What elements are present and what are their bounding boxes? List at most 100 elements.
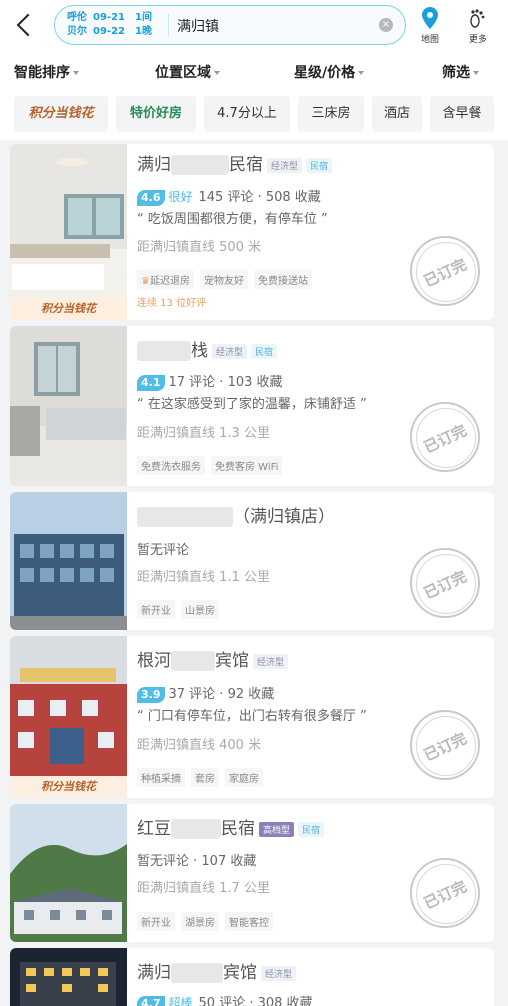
review-stats: 50 评论 · 308 收藏 bbox=[198, 996, 313, 1006]
feature-tag: 种植采摘 bbox=[137, 768, 185, 787]
review-stats: 暂无评论 · 107 收藏 bbox=[137, 854, 257, 869]
sort-star-price[interactable]: 星级/价格 bbox=[294, 62, 365, 82]
hotel-card[interactable]: 积分当钱花 根河 宾馆 经济型 3.9 37 评论 · 92 收藏 “ 门口有停车位，… bbox=[10, 636, 494, 798]
redacted-text bbox=[171, 819, 221, 839]
sort-bar: 智能排序 位置区域 星级/价格 筛选 bbox=[0, 52, 508, 90]
destination-input[interactable]: 满归镇 bbox=[177, 16, 219, 36]
hotel-name-end: （满归镇店） bbox=[233, 507, 335, 527]
hotel-name: 栈经济型 民宿 bbox=[137, 336, 278, 361]
hotel-name-end: 宾馆 bbox=[215, 651, 249, 671]
chip-points[interactable]: 积分当钱花 bbox=[14, 96, 108, 132]
rating-row: 4.7 超棒 50 评论 · 308 收藏 bbox=[137, 992, 313, 1006]
hotel-type-tag: 经济型 bbox=[267, 157, 303, 173]
feature-tag: 新开业 bbox=[137, 912, 175, 931]
filter-chip-bar: 积分当钱花 特价好房 4.7分以上 三床房 酒店 含早餐 bbox=[0, 90, 508, 140]
hotel-type-tag: 高档型 bbox=[259, 821, 295, 837]
sort-smart-label: 智能排序 bbox=[14, 65, 70, 81]
redacted-text bbox=[137, 507, 233, 527]
map-button[interactable]: 地图 bbox=[412, 6, 448, 45]
hotel-card[interactable]: 满归 宾馆 经济型 4.7 超棒 50 评论 · 308 收藏 bbox=[10, 948, 494, 1006]
room-count: 1间 bbox=[135, 12, 152, 23]
hotel-category-tag: 民宿 bbox=[298, 821, 325, 837]
score-badge: 3.9 bbox=[137, 687, 165, 703]
hotel-name-end: 栈 bbox=[191, 341, 208, 361]
review-stats: 17 评论 · 103 收藏 bbox=[168, 375, 283, 390]
more-button[interactable]: 更多 bbox=[460, 6, 496, 45]
hotel-card[interactable]: （满归镇店） 暂无评论 距满归镇直线 1.1 公里 新开业 山景房 已订完 bbox=[10, 492, 494, 630]
feature-tags: ♛延迟退房 宠物友好 免费接送站 bbox=[137, 270, 318, 289]
hotel-type-tag: 经济型 bbox=[261, 965, 297, 981]
hotel-name: 满归 宾馆 经济型 bbox=[137, 958, 297, 983]
city-to: 贝尔 bbox=[67, 26, 87, 37]
sold-out-text: 已订完 bbox=[421, 255, 470, 291]
hotel-photo: 积分当钱花 bbox=[10, 636, 127, 798]
sold-out-stamp: 已订完 bbox=[410, 710, 480, 780]
more-label: 更多 bbox=[468, 35, 487, 45]
hotel-photo: 积分当钱花 bbox=[10, 144, 127, 320]
review-quote: “ 门口有停车位，出门右转有很多餐厅 ” bbox=[137, 709, 367, 724]
hotel-name: 红豆 民宿 高档型 民宿 bbox=[137, 814, 325, 839]
divider bbox=[168, 14, 169, 36]
chip-high-rating[interactable]: 4.7分以上 bbox=[204, 96, 290, 132]
review-quote: “ 在这家感受到了家的温馨，床铺舒适 ” bbox=[137, 397, 367, 412]
hotel-name-start: 根河 bbox=[137, 651, 171, 671]
feature-text: 延迟退房 bbox=[149, 276, 190, 287]
hotel-photo bbox=[10, 492, 127, 630]
score-badge: 4.1 bbox=[137, 375, 165, 391]
hotel-name-end: 民宿 bbox=[221, 819, 255, 839]
score-badge: 4.7 bbox=[137, 996, 165, 1006]
feature-tag: ♛延迟退房 bbox=[137, 270, 194, 289]
sold-out-stamp: 已订完 bbox=[410, 402, 480, 472]
sort-area-label: 位置区域 bbox=[155, 65, 211, 81]
score-label: 超棒 bbox=[168, 996, 193, 1006]
sold-out-text: 已订完 bbox=[421, 877, 470, 913]
redacted-text bbox=[171, 155, 229, 175]
hotel-name-start: 满归 bbox=[137, 155, 171, 175]
checkout-date: 09-22 bbox=[93, 26, 125, 37]
chip-special-price[interactable]: 特价好房 bbox=[116, 96, 196, 132]
hotel-category-tag: 民宿 bbox=[251, 343, 278, 359]
chip-hotel[interactable]: 酒店 bbox=[372, 96, 422, 132]
feature-tags: 免费洗衣服务 免费客房 WiFi bbox=[137, 456, 288, 475]
feature-tags: 新开业 山景房 bbox=[137, 600, 225, 619]
hotel-type-tag: 经济型 bbox=[212, 343, 248, 359]
hotel-name-start: 满归 bbox=[137, 963, 171, 983]
feature-tag: 宠物友好 bbox=[199, 270, 248, 289]
chevron-down-icon bbox=[214, 71, 220, 75]
search-bar[interactable]: 呼伦 09-21 1间 贝尔 09-22 1晚 满归镇 × bbox=[54, 5, 406, 45]
sold-out-text: 已订完 bbox=[421, 729, 470, 765]
feature-tags: 新开业 湖景房 智能客控 bbox=[137, 912, 279, 931]
clear-icon[interactable]: × bbox=[379, 18, 393, 32]
hotel-photo bbox=[10, 804, 127, 942]
sort-area[interactable]: 位置区域 bbox=[155, 62, 220, 82]
hotel-card[interactable]: 积分当钱花 满归 民宿 经济型 民宿 4.6 很好 145 评论 · 508 收藏 “ 吃… bbox=[10, 144, 494, 320]
feature-tag: 免费洗衣服务 bbox=[137, 456, 205, 475]
chip-breakfast[interactable]: 含早餐 bbox=[430, 96, 494, 132]
score-label: 很好 bbox=[168, 190, 193, 204]
hotel-name-end: 民宿 bbox=[229, 155, 263, 175]
chip-three-beds[interactable]: 三床房 bbox=[298, 96, 364, 132]
back-button[interactable] bbox=[12, 10, 40, 40]
hotel-category-tag: 民宿 bbox=[306, 157, 333, 173]
feature-tag: 智能客控 bbox=[225, 912, 273, 931]
city-from: 呼伦 bbox=[67, 12, 87, 23]
review-quote: “ 吃饭周围都很方便，有停车位 ” bbox=[137, 212, 328, 227]
hotel-photo bbox=[10, 326, 127, 486]
points-badge: 积分当钱花 bbox=[10, 776, 127, 798]
sort-filter[interactable]: 筛选 bbox=[442, 62, 479, 82]
hotel-card[interactable]: 栈经济型 民宿 4.1 17 评论 · 103 收藏 “ 在这家感受到了家的温馨，床… bbox=[10, 326, 494, 486]
feature-tag: 家庭房 bbox=[225, 768, 263, 787]
checkin-date: 09-21 bbox=[93, 12, 125, 23]
hotel-type-tag: 经济型 bbox=[253, 653, 289, 669]
hotel-card[interactable]: 红豆 民宿 高档型 民宿 暂无评论 · 107 收藏 距满归镇直线 1.7 公里 新开… bbox=[10, 804, 494, 942]
hotel-photo bbox=[10, 948, 127, 1006]
redacted-text bbox=[171, 651, 215, 671]
feature-tag: 山景房 bbox=[181, 600, 219, 619]
score-badge: 4.6 bbox=[137, 190, 165, 206]
chevron-down-icon bbox=[73, 71, 79, 75]
rating-row: 4.1 17 评论 · 103 收藏 bbox=[137, 371, 283, 391]
feature-tags: 种植采摘 套房 家庭房 bbox=[137, 768, 269, 787]
date-info[interactable]: 呼伦 09-21 1间 贝尔 09-22 1晚 bbox=[67, 11, 152, 39]
sold-out-text: 已订完 bbox=[421, 421, 470, 457]
sort-smart[interactable]: 智能排序 bbox=[14, 62, 79, 82]
